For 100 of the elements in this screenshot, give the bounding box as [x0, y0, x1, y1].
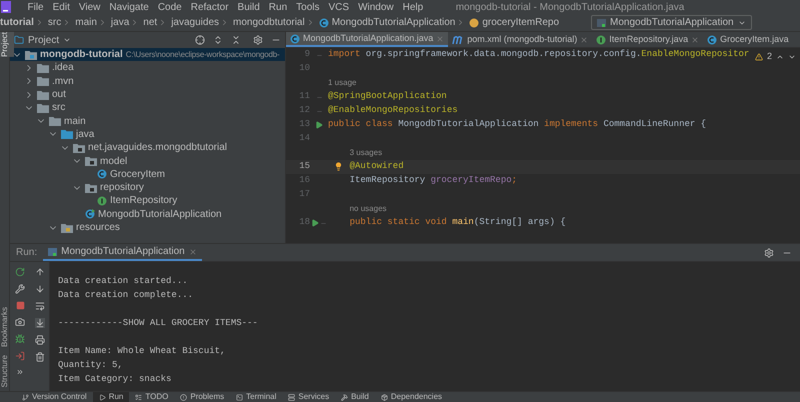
tree-item[interactable]: net.javaguides.mongodbtutorial — [10, 141, 285, 154]
tree-item[interactable]: MongodbTutorialApplication — [10, 208, 285, 221]
menu-item[interactable]: Navigate — [104, 0, 154, 14]
usage-hint[interactable]: 3 usages — [328, 147, 382, 159]
code-line: ItemRepository groceryItemRepo; — [350, 174, 518, 188]
menu-item[interactable]: Tools — [292, 0, 324, 14]
locate-icon[interactable] — [195, 35, 205, 45]
run-configuration-dropdown[interactable]: MongodbTutorialApplication — [591, 15, 752, 30]
camera-icon[interactable] — [15, 317, 25, 327]
folder-icon — [37, 76, 49, 86]
interface-icon — [97, 196, 107, 206]
tree-item[interactable]: src — [10, 101, 285, 114]
folder-icon — [61, 222, 73, 232]
tool-window-tab[interactable]: Run — [92, 392, 130, 402]
breadcrumb-item[interactable]: mongodbtutorial — [233, 15, 305, 30]
settings-icon[interactable] — [764, 248, 774, 258]
breadcrumb-separator-icon — [220, 18, 229, 27]
package-icon — [73, 142, 85, 153]
tree-item[interactable]: .idea — [10, 61, 285, 75]
stop-icon[interactable] — [16, 301, 24, 310]
line-number: 18 — [298, 216, 310, 230]
rerun-icon[interactable] — [15, 267, 25, 277]
usage-hint[interactable]: 1 usage — [328, 77, 356, 89]
tool-window-tab[interactable]: Structure — [0, 354, 14, 387]
tool-window-tab[interactable]: Version Control — [16, 392, 93, 402]
menu-item[interactable]: Build — [233, 0, 264, 14]
run-icon[interactable] — [311, 219, 319, 227]
tree-item[interactable]: ItemRepository — [10, 194, 285, 208]
app-logo[interactable] — [1, 1, 11, 13]
wrench-icon[interactable] — [15, 284, 25, 294]
menu-item[interactable]: File — [23, 0, 48, 14]
package-icon — [85, 156, 97, 166]
tree-item[interactable]: out — [10, 88, 285, 102]
more-icon[interactable] — [16, 368, 24, 376]
vcs-icon — [22, 394, 29, 400]
build-icon — [341, 394, 348, 400]
tool-window-tab[interactable]: Dependencies — [374, 392, 448, 402]
breadcrumb-item[interactable]: net — [143, 15, 158, 30]
exit-icon[interactable] — [15, 351, 25, 361]
close-icon[interactable] — [691, 36, 700, 44]
menu-item[interactable]: View — [74, 0, 105, 14]
soft-wrap-icon[interactable] — [34, 301, 44, 311]
down-icon[interactable] — [34, 284, 44, 294]
console-line: Data creation complete... — [58, 289, 194, 302]
print-icon[interactable] — [34, 335, 44, 345]
editor-tab[interactable]: ItemRepository.java — [592, 32, 704, 47]
tool-window-tab[interactable]: Project — [0, 32, 14, 57]
tool-window-tab[interactable]: Bookmarks — [0, 306, 14, 347]
editor-tab[interactable]: MongodbTutorialApplication.java — [286, 32, 448, 47]
tree-item[interactable]: java — [10, 128, 285, 142]
tree-item[interactable]: GroceryItem — [10, 168, 285, 181]
editor-tab[interactable]: GroceryItem.java — [703, 32, 793, 47]
breadcrumb-item[interactable]: main — [75, 15, 97, 30]
warning-count[interactable]: 2 — [766, 50, 772, 64]
breadcrumb-item[interactable]: MongodbTutorialApplication — [332, 15, 456, 30]
up-icon[interactable] — [34, 267, 44, 277]
tree-item[interactable]: main — [10, 114, 285, 128]
runnable-class-icon — [85, 209, 95, 220]
trash-icon[interactable] — [34, 352, 44, 362]
close-icon[interactable] — [580, 36, 588, 44]
close-icon[interactable] — [188, 248, 197, 256]
bug-icon[interactable] — [15, 334, 25, 344]
menu-item[interactable]: Help — [398, 0, 428, 14]
panel-title[interactable]: Project — [28, 32, 60, 48]
editor-tab[interactable]: pom.xml (mongodb-tutorial) — [448, 32, 592, 47]
tool-window-tab[interactable]: Terminal — [230, 392, 282, 402]
code-line: import org.springframework.data.mongodb.repository.config.EnableMongoRepositor — [328, 48, 750, 62]
expand-all-icon[interactable] — [213, 35, 223, 45]
caret-icon[interactable] — [63, 36, 72, 44]
tree-item[interactable]: repository — [10, 180, 285, 194]
usage-hint[interactable]: no usages — [328, 203, 387, 215]
breadcrumb-item[interactable]: src — [48, 15, 62, 30]
breadcrumb-item[interactable]: javaguides — [171, 15, 219, 30]
tree-item[interactable]: .mvn — [10, 74, 285, 88]
breadcrumb-item[interactable]: groceryItemRepo — [482, 15, 560, 30]
breadcrumb-item[interactable]: java — [110, 15, 130, 30]
code-line: public static void main(String[] args) { — [350, 216, 566, 230]
line-number: 16 — [298, 174, 310, 188]
menu-item[interactable]: Code — [153, 0, 186, 14]
tree-item[interactable]: resources — [10, 220, 285, 234]
menu-item[interactable]: Run — [264, 0, 292, 14]
tool-window-tab[interactable]: Build — [335, 392, 375, 402]
scroll-to-end-icon[interactable] — [34, 318, 44, 328]
tool-window-tab[interactable]: Services — [282, 392, 336, 402]
line-number: 15 — [298, 160, 310, 174]
lightbulb-icon[interactable] — [334, 162, 343, 171]
run-icon[interactable] — [315, 121, 323, 129]
tool-window-tab[interactable]: TODO — [129, 392, 174, 402]
line-number: 14 — [298, 132, 310, 146]
menu-item[interactable]: VCS — [324, 0, 354, 14]
tool-window-tab[interactable]: Problems — [174, 392, 230, 402]
tree-item[interactable]: mongodb-tutorial C:\Users\noone\eclipse-workspace\mongodb- — [10, 48, 285, 62]
warning-icon[interactable] — [754, 52, 763, 61]
menu-item[interactable]: Refactor — [186, 0, 234, 14]
tree-item[interactable]: model — [10, 154, 285, 168]
collapse-all-icon[interactable] — [231, 35, 241, 45]
menu-item[interactable]: Edit — [48, 0, 74, 14]
settings-icon[interactable] — [253, 35, 263, 45]
menu-item[interactable]: Window — [354, 0, 398, 14]
breadcrumb-item[interactable]: tutorial — [0, 15, 34, 30]
